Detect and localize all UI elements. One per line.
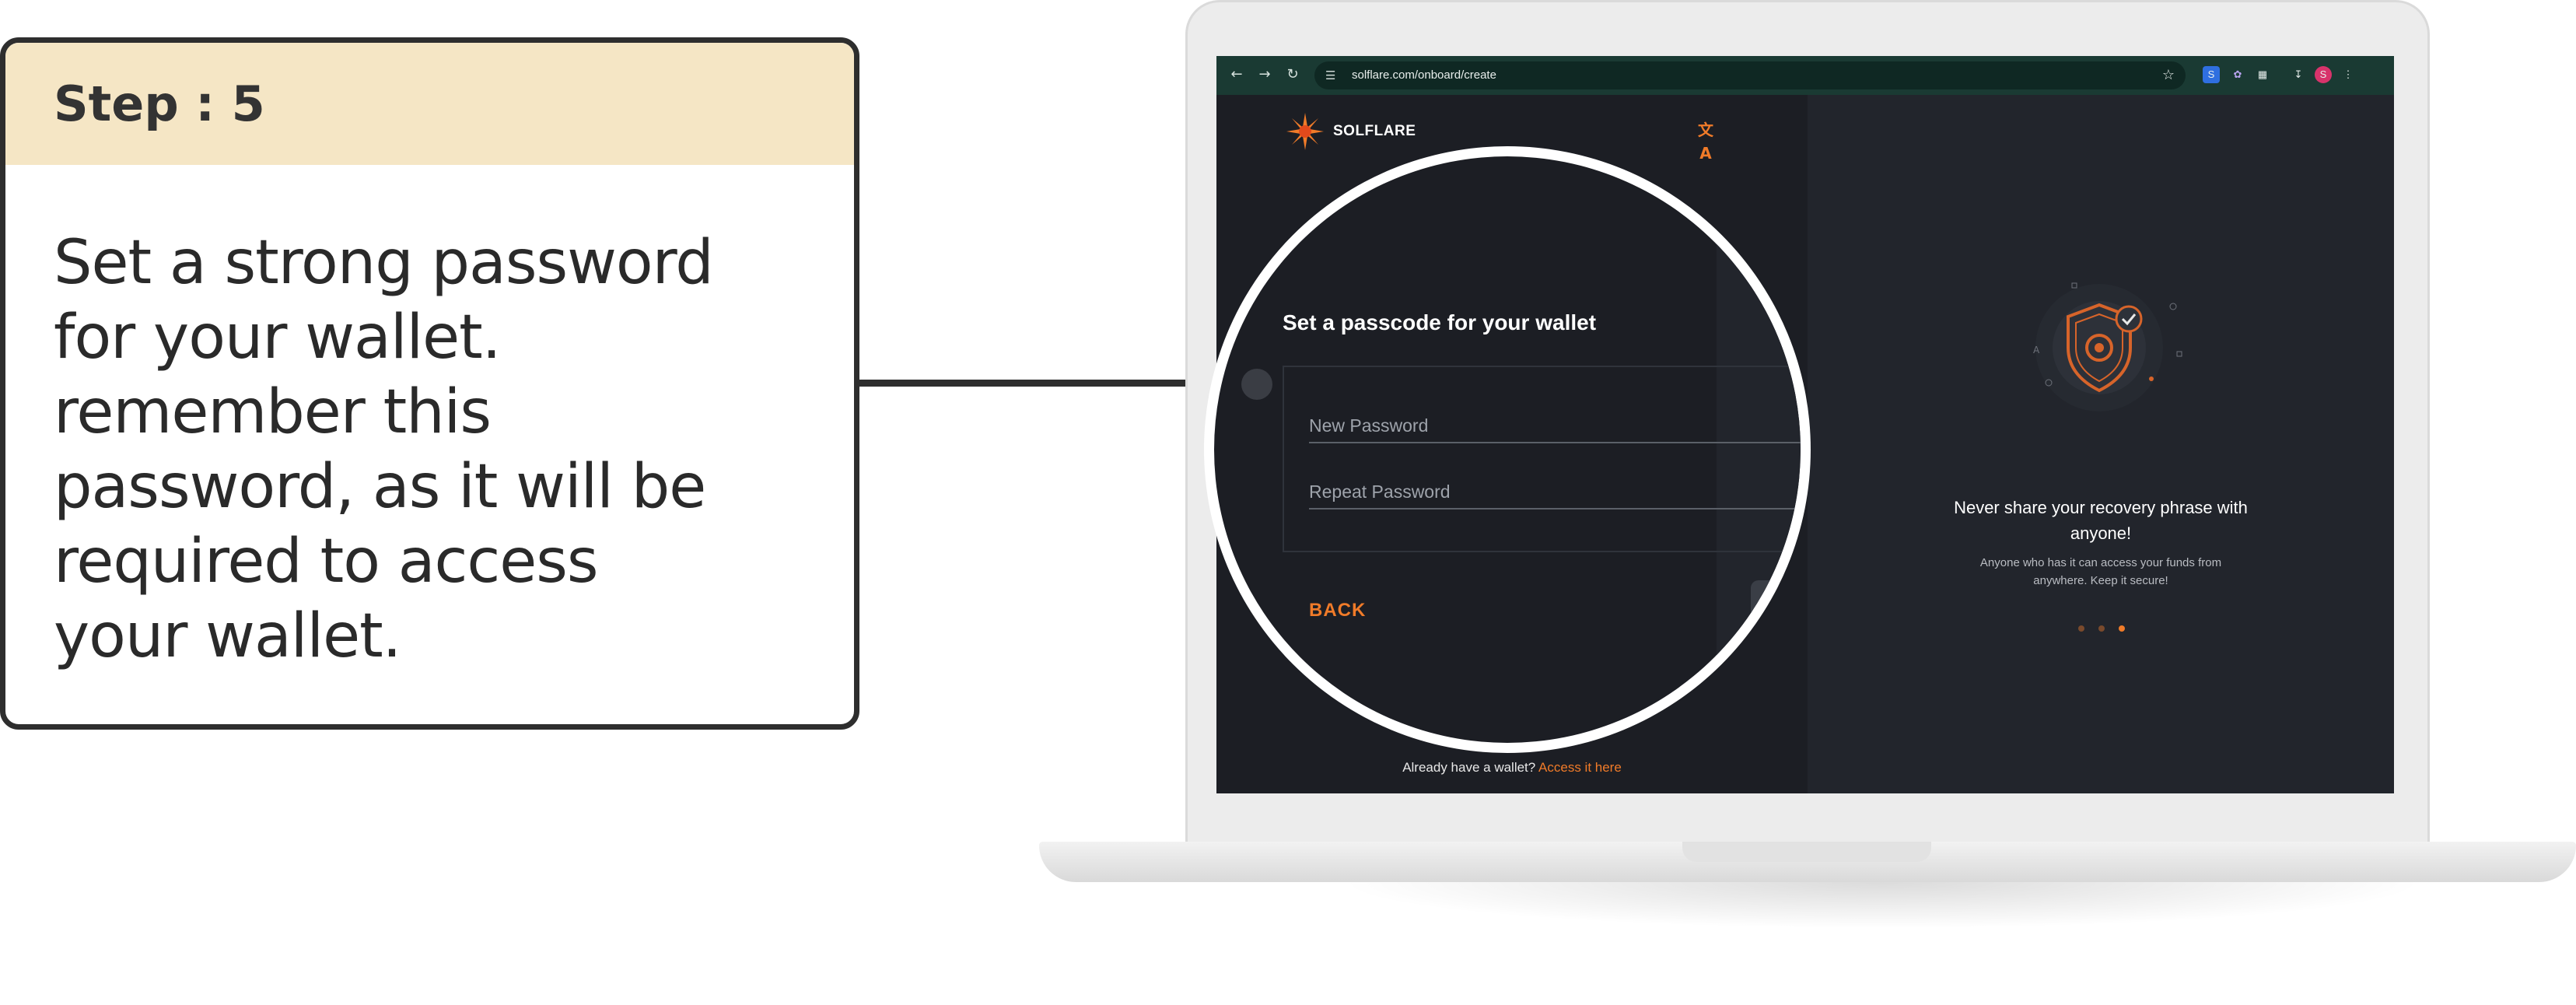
extension-s-icon[interactable]: S: [2203, 66, 2220, 83]
solflare-logo: SOLFLARE: [1285, 112, 1416, 151]
address-bar[interactable]: ☰ solflare.com/onboard/create ☆: [1314, 61, 2186, 89]
laptop-shadow: [1338, 882, 2427, 929]
carousel-dots: [2078, 625, 2125, 632]
step-title: Step : 5: [54, 75, 265, 132]
brand-name: SOLFLARE: [1333, 123, 1416, 139]
extension-leaf-icon[interactable]: ✿: [2229, 66, 2246, 83]
step-header: Step : 5: [5, 43, 854, 165]
translate-icon[interactable]: 文A: [1694, 118, 1717, 163]
already-have-wallet: Already have a wallet? Access it here: [1216, 760, 1808, 776]
warning-title: Never share your recovery phrase with an…: [1954, 498, 2248, 543]
forward-arrow-icon[interactable]: →: [1254, 64, 1276, 86]
carousel-dot[interactable]: [2078, 625, 2084, 632]
profile-avatar[interactable]: S: [2315, 66, 2332, 83]
browser-toolbar: ← → ↻ ☰ solflare.com/onboard/create ☆ S …: [1216, 56, 2394, 95]
site-settings-icon[interactable]: ☰: [1325, 61, 1335, 89]
svg-text:A: A: [2033, 345, 2040, 355]
form-heading: Set a passcode for your wallet: [1283, 310, 1597, 334]
shield-security-illustration: A: [2033, 282, 2182, 411]
carousel-dot-active[interactable]: [2119, 625, 2125, 632]
callout-anchor-dot: [1241, 369, 1272, 400]
step-description: Set a strong password for your wallet. r…: [54, 228, 714, 671]
repeat-password-underline: [1309, 508, 1801, 510]
download-icon[interactable]: ↧: [2290, 66, 2307, 83]
already-text: Already have a wallet?: [1402, 760, 1536, 775]
warning-subtitle: Anyone who has it can access your funds …: [1979, 556, 2222, 587]
back-button[interactable]: BACK: [1309, 600, 1366, 622]
access-wallet-link[interactable]: Access it here: [1538, 760, 1622, 775]
repeat-password-input[interactable]: Repeat Password: [1309, 481, 1451, 502]
solflare-sun-icon: [1286, 113, 1324, 150]
new-password-underline: [1309, 442, 1801, 443]
browser-menu-icon[interactable]: ⋮: [2340, 66, 2357, 83]
zoomed-form: Set a passcode for your wallet New Passw…: [1214, 156, 1801, 743]
extensions-puzzle-icon[interactable]: ▦: [2254, 66, 2271, 83]
info-panel: A Never share your recovery phrase with …: [1808, 95, 2394, 793]
carousel-dot[interactable]: [2098, 625, 2105, 632]
step-card: Step : 5 Set a strong password for your …: [0, 37, 859, 730]
bookmark-star-icon[interactable]: ☆: [2162, 61, 2175, 89]
laptop-notch: [1682, 842, 1931, 862]
continue-button[interactable]: [1751, 580, 1801, 635]
back-arrow-icon[interactable]: ←: [1226, 64, 1248, 86]
password-form-box: [1283, 366, 1801, 552]
new-password-input[interactable]: New Password: [1309, 415, 1428, 436]
url-text: solflare.com/onboard/create: [1352, 68, 1496, 82]
reload-icon[interactable]: ↻: [1282, 64, 1304, 86]
zoom-magnifier: Set a passcode for your wallet New Passw…: [1204, 146, 1811, 753]
